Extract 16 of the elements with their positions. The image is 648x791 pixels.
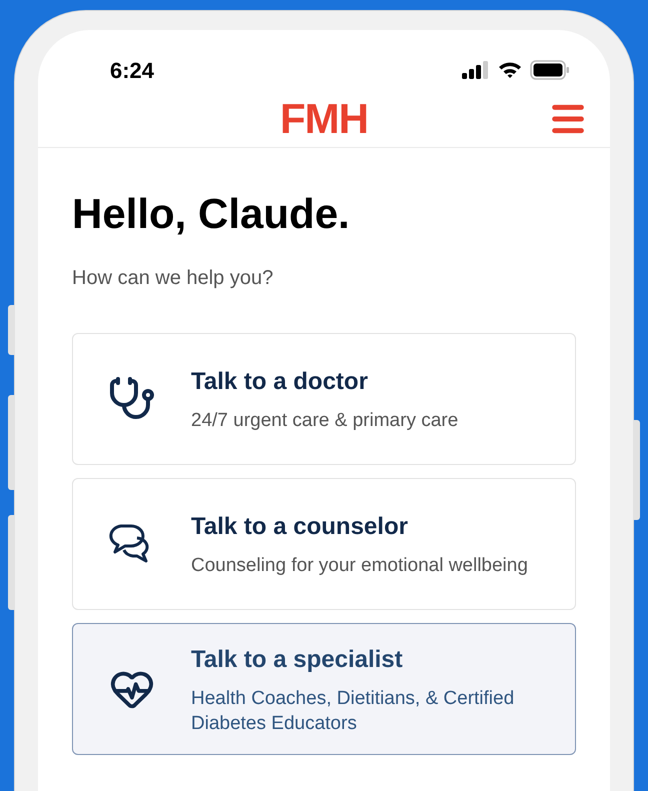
service-option-card[interactable]: Talk to a counselor Counseling for your emotional wellbeing xyxy=(72,478,576,610)
option-description: 24/7 urgent care & primary care xyxy=(191,409,458,433)
option-title: Talk to a specialist xyxy=(191,644,404,674)
service-option-card[interactable]: Talk to a doctor 24/7 urgent care & primary care xyxy=(72,332,576,464)
option-title: Talk to a counselor xyxy=(191,512,409,542)
option-description: Counseling for your emotional wellbeing xyxy=(191,554,528,578)
option-title: Talk to a doctor xyxy=(191,367,369,397)
brand-logo: FMH xyxy=(280,98,368,140)
signal-icon xyxy=(462,61,490,79)
service-option-card[interactable]: Talk to a specialist Health Coaches, Dietitians, & Certified Diabetes Educators xyxy=(72,622,576,754)
greeting-subtitle: How can we help you? xyxy=(72,266,274,290)
status-time: 6:24 xyxy=(110,56,154,84)
greeting-title: Hello, Claude. xyxy=(72,189,351,239)
wifi-icon xyxy=(498,61,522,79)
battery-icon xyxy=(530,60,570,80)
option-description: Health Coaches, Dietitians, & Certified Diabetes Educators xyxy=(191,686,516,736)
